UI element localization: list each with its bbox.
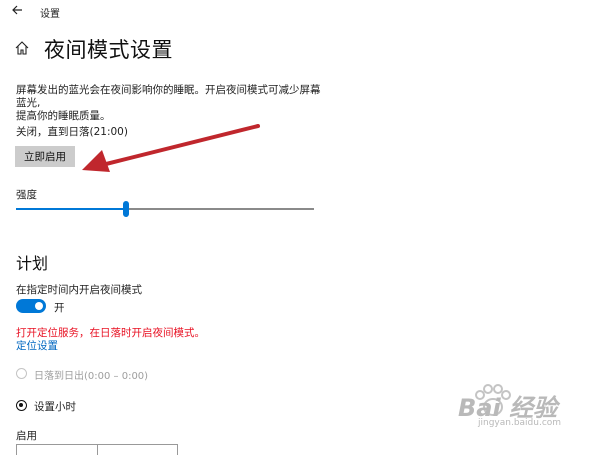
intensity-slider[interactable] <box>16 200 314 218</box>
description-text: 屏幕发出的蓝光会在夜间影响你的睡眠。开启夜间模式可减少屏幕蓝光, 提高你的睡眠质… <box>16 84 326 123</box>
time-picker-divider <box>97 445 98 455</box>
enable-now-button[interactable]: 立即启用 <box>15 146 75 167</box>
radio-selected-dot <box>19 403 23 407</box>
schedule-toggle[interactable] <box>16 299 46 313</box>
app-title: 设置 <box>40 9 60 20</box>
back-arrow-icon[interactable] <box>10 3 24 17</box>
set-hours-label: 设置小时 <box>34 401 76 413</box>
schedule-toggle-label: 在指定时间内开启夜间模式 <box>16 284 142 296</box>
toggle-state-label: 开 <box>54 302 65 314</box>
status-text: 关闭，直到日落(21:00) <box>16 126 128 138</box>
home-icon[interactable] <box>14 40 30 56</box>
watermark-url: jingyan.baidu.com <box>478 418 562 428</box>
intensity-slider-fill <box>16 208 127 210</box>
set-hours-radio[interactable] <box>16 400 27 411</box>
schedule-section-title: 计划 <box>16 254 49 273</box>
sunset-to-sunrise-label: 日落到日出(0:00 – 0:00) <box>34 371 149 382</box>
description-line-1: 屏幕发出的蓝光会在夜间影响你的睡眠。开启夜间模式可减少屏幕蓝光, <box>16 84 321 109</box>
sunset-to-sunrise-radio[interactable] <box>16 368 27 379</box>
toggle-knob <box>35 302 43 310</box>
page-title: 夜间模式设置 <box>44 38 173 62</box>
start-time-label: 启用 <box>16 430 37 442</box>
description-line-2: 提高你的睡眠质量。 <box>16 110 111 122</box>
intensity-slider-track <box>126 208 314 210</box>
location-settings-link[interactable]: 定位设置 <box>16 338 58 353</box>
intensity-slider-thumb[interactable] <box>123 201 130 217</box>
